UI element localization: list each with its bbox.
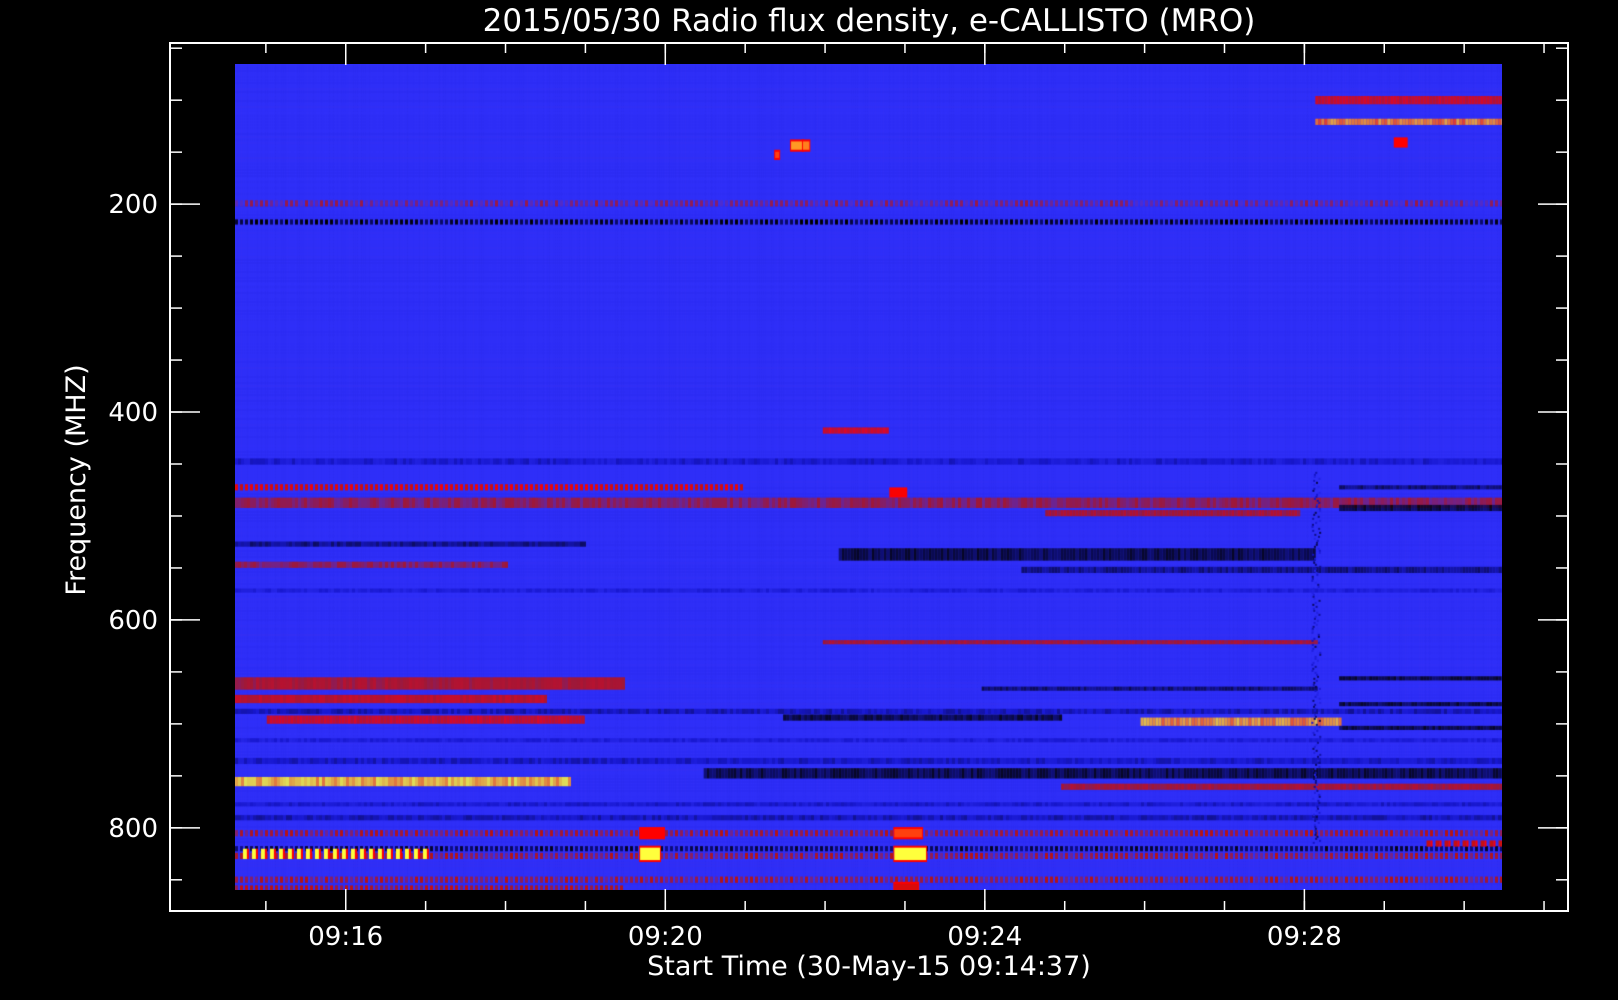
- y-tick-label: 200: [108, 190, 158, 220]
- plot-frame: [169, 42, 1569, 912]
- x-tick-label: 09:16: [308, 922, 383, 952]
- x-tick-label: 09:24: [947, 922, 1022, 952]
- y-tick-label: 400: [108, 398, 158, 428]
- chart-title: 2015/05/30 Radio flux density, e-CALLIST…: [483, 3, 1256, 39]
- spectrogram-figure: 2015/05/30 Radio flux density, e-CALLIST…: [0, 0, 1618, 1000]
- y-tick-label: 600: [108, 606, 158, 636]
- x-tick-label: 09:28: [1267, 922, 1342, 952]
- x-axis-label: Start Time (30-May-15 09:14:37): [647, 951, 1091, 982]
- y-axis-ticks: 200 400 600 800: [108, 47, 1568, 881]
- y-axis-label: Frequency (MHZ): [61, 364, 92, 595]
- x-tick-label: 09:20: [628, 922, 703, 952]
- x-axis-ticks: 09:16 09:20 09:24 09:28: [265, 43, 1545, 952]
- y-tick-label: 800: [108, 814, 158, 844]
- chart-axes-overlay: 2015/05/30 Radio flux density, e-CALLIST…: [61, 3, 1569, 982]
